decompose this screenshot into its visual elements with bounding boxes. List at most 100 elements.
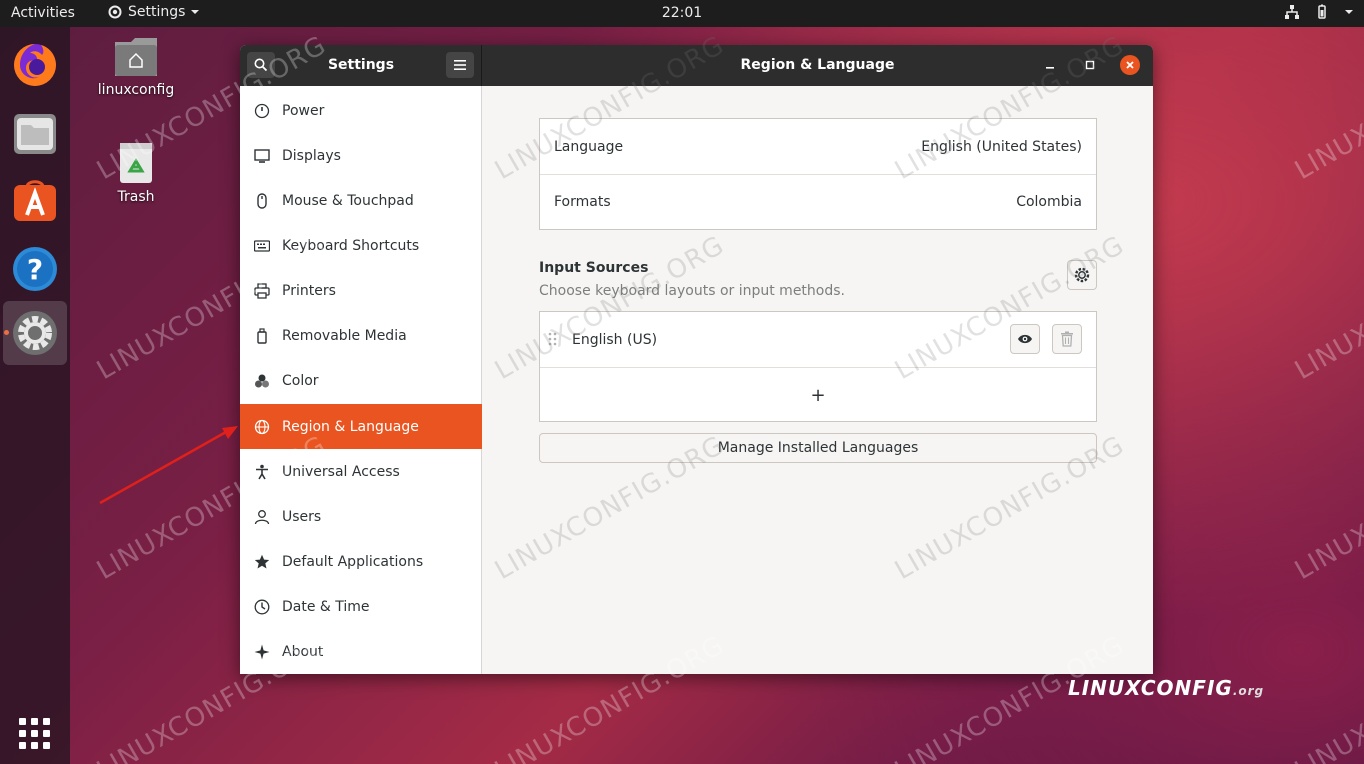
gear-icon xyxy=(1074,267,1090,283)
sidebar-item-printers[interactable]: Printers xyxy=(240,268,482,313)
add-input-source-row[interactable]: + xyxy=(540,367,1096,422)
sidebar-item-universal-access[interactable]: Universal Access xyxy=(240,449,482,494)
remove-input-source-button[interactable] xyxy=(1052,324,1082,354)
sidebar-item-label: Removable Media xyxy=(282,327,407,344)
logo-text: LINUXCONFIG xyxy=(1068,676,1233,700)
sidebar-item-date-time[interactable]: Date & Time xyxy=(240,584,482,629)
language-formats-list: Language English (United States) Formats… xyxy=(539,118,1097,230)
app-menu[interactable]: Settings xyxy=(107,4,200,20)
drag-handle-icon[interactable] xyxy=(548,332,558,348)
clock-icon xyxy=(254,599,270,615)
header-bar: Settings Region & Language xyxy=(240,45,1153,86)
settings-icon xyxy=(13,311,57,355)
show-applications-button[interactable] xyxy=(3,702,67,764)
sidebar-item-region-language[interactable]: Region & Language xyxy=(240,404,482,449)
desktop-home-folder[interactable]: linuxconfig xyxy=(91,36,181,98)
formats-value: Colombia xyxy=(1016,194,1082,210)
region-language-panel: Language English (United States) Formats… xyxy=(483,86,1153,674)
dock-help[interactable]: ? xyxy=(3,237,67,301)
manage-installed-languages-button[interactable]: Manage Installed Languages xyxy=(539,433,1097,463)
settings-window: Settings Region & Language Power Display… xyxy=(240,45,1153,674)
input-sources-title: Input Sources xyxy=(539,260,649,276)
sidebar-item-label: Date & Time xyxy=(282,598,370,615)
trash-icon xyxy=(117,141,155,185)
sidebar-item-label: Printers xyxy=(282,282,336,299)
language-row[interactable]: Language English (United States) xyxy=(540,119,1096,174)
sidebar-item-power[interactable]: Power xyxy=(240,88,482,133)
software-icon xyxy=(14,180,56,221)
input-sources-subtitle: Choose keyboard layouts or input methods… xyxy=(539,283,845,299)
close-button[interactable] xyxy=(1120,55,1140,75)
clock-label[interactable]: 22:01 xyxy=(662,5,702,21)
sidebar-item-label: About xyxy=(282,643,324,660)
sidebar-item-about[interactable]: About xyxy=(240,629,482,674)
sidebar-item-label: Default Applications xyxy=(282,553,424,570)
watermark: LINUXCONFIG.ORG xyxy=(1290,430,1364,586)
home-folder-label: linuxconfig xyxy=(97,82,175,98)
files-icon xyxy=(14,114,56,154)
chevron-down-icon xyxy=(191,10,200,14)
input-source-row[interactable]: English (US) xyxy=(540,312,1096,367)
sidebar-item-mouse[interactable]: Mouse & Touchpad xyxy=(240,178,482,223)
sidebar-item-displays[interactable]: Displays xyxy=(240,133,482,178)
sidebar-item-label: Color xyxy=(282,372,319,389)
star-icon xyxy=(254,554,270,570)
dock-software[interactable] xyxy=(3,169,67,233)
svg-text:?: ? xyxy=(27,253,43,286)
sidebar-item-keyboard[interactable]: Keyboard Shortcuts xyxy=(240,223,482,268)
hamburger-icon xyxy=(454,60,466,70)
top-bar: Activities Settings 22:01 xyxy=(0,0,1364,27)
language-label: Language xyxy=(554,138,624,155)
eye-icon xyxy=(1018,334,1032,344)
language-value: English (United States) xyxy=(921,138,1082,155)
dock-files[interactable] xyxy=(3,101,67,165)
watermark: LINUXCONFIG.ORG xyxy=(1290,30,1364,186)
clock: 22:01 xyxy=(0,5,1364,21)
minimize-button[interactable] xyxy=(1040,55,1060,75)
formats-row[interactable]: Formats Colombia xyxy=(540,174,1096,229)
close-icon xyxy=(1126,61,1134,69)
network-icon[interactable] xyxy=(1284,4,1300,20)
display-icon xyxy=(254,148,270,164)
sidebar-item-label: Displays xyxy=(282,147,341,164)
globe-icon xyxy=(254,419,270,435)
printer-icon xyxy=(254,282,270,299)
system-tray[interactable] xyxy=(1284,4,1354,20)
activities-button[interactable]: Activities xyxy=(11,5,75,21)
sidebar-item-color[interactable]: Color xyxy=(240,358,482,403)
sidebar-header: Settings xyxy=(240,45,482,86)
input-sources-list: English (US) + xyxy=(539,311,1097,422)
sidebar-item-removable-media[interactable]: Removable Media xyxy=(240,313,482,358)
app-grid-icon xyxy=(19,718,50,749)
trash-label: Trash xyxy=(117,189,155,205)
menu-button[interactable] xyxy=(446,52,474,78)
sidebar-item-label: Keyboard Shortcuts xyxy=(282,237,420,254)
input-source-label: English (US) xyxy=(572,331,658,348)
sparkle-icon xyxy=(254,644,270,660)
logo-suffix: .org xyxy=(1232,684,1265,698)
preview-layout-button[interactable] xyxy=(1010,324,1040,354)
maximize-icon xyxy=(1085,60,1095,70)
add-icon: + xyxy=(810,384,826,406)
accessibility-icon xyxy=(254,464,270,480)
sidebar-item-label: Power xyxy=(282,102,325,119)
dock-firefox[interactable] xyxy=(3,33,67,97)
sidebar-item-label: Users xyxy=(282,508,322,525)
battery-icon[interactable] xyxy=(1314,4,1330,20)
trash-icon xyxy=(1061,331,1073,347)
sidebar-item-users[interactable]: Users xyxy=(240,494,482,539)
color-icon xyxy=(254,373,270,389)
media-icon xyxy=(254,327,270,344)
desktop-trash[interactable]: Trash xyxy=(91,141,181,205)
mouse-icon xyxy=(254,192,270,209)
sidebar-item-default-applications[interactable]: Default Applications xyxy=(240,539,482,584)
linuxconfig-logo: LINUXCONFIG.org xyxy=(1068,676,1264,700)
formats-label: Formats xyxy=(554,194,611,210)
power-icon xyxy=(254,103,270,119)
sidebar-item-label: Universal Access xyxy=(282,463,400,480)
maximize-button[interactable] xyxy=(1080,55,1100,75)
dock-settings[interactable] xyxy=(3,301,67,365)
system-menu-icon[interactable] xyxy=(1344,7,1354,17)
dock: ? xyxy=(0,27,70,764)
input-sources-options-button[interactable] xyxy=(1067,260,1097,290)
